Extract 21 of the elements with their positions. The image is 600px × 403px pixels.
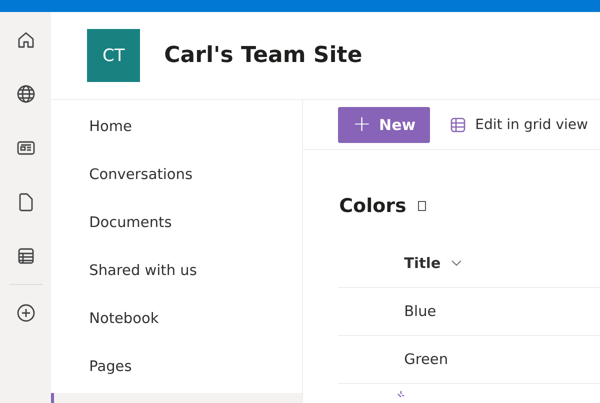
- nav-item[interactable]: Conversations: [51, 151, 302, 199]
- table-cell: Blue: [404, 304, 436, 320]
- nav-item[interactable]: Notebook: [51, 295, 302, 343]
- table-cell: Green: [404, 352, 448, 368]
- nav-item[interactable]: Pages: [51, 343, 302, 391]
- globe-icon[interactable]: [16, 84, 36, 104]
- square-icon: [418, 200, 426, 210]
- column-header[interactable]: Title: [404, 256, 462, 272]
- nav-item[interactable]: Shared with us: [51, 247, 302, 295]
- add-circle-icon[interactable]: [16, 303, 36, 323]
- nav-item[interactable]: Home: [51, 103, 302, 151]
- chevron-down-icon[interactable]: [450, 260, 462, 267]
- home-icon[interactable]: [16, 30, 36, 50]
- edit-grid-view-button[interactable]: Edit in grid view: [438, 116, 600, 132]
- site-title: Carl's Team Site: [164, 43, 362, 68]
- site-logo: CT: [87, 29, 140, 82]
- list-icon[interactable]: [16, 246, 36, 266]
- new-button[interactable]: + New: [338, 106, 430, 142]
- nav-item[interactable]: Documents: [51, 199, 302, 247]
- list-title: Colors: [339, 194, 406, 216]
- grid-icon: [450, 116, 466, 132]
